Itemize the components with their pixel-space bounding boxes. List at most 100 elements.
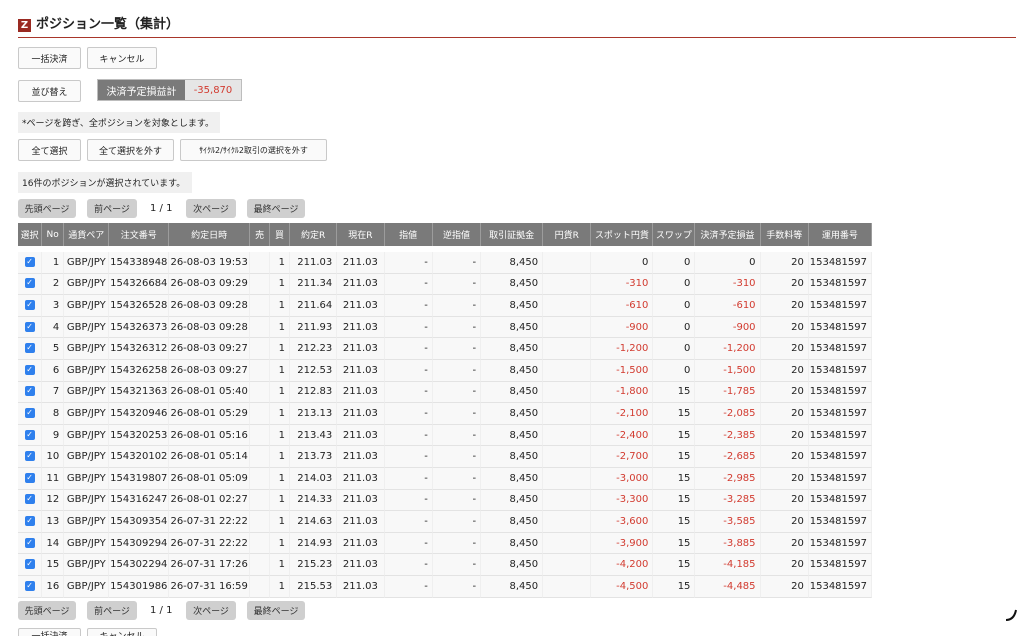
table-row[interactable]: ✓ 16 GBP/JPY 154301986 26-07-31 16:59 1 215.53… [18,575,872,598]
table-row[interactable]: ✓ 15 GBP/JPY 154302294 26-07-31 17:26 1 215.23… [18,554,872,576]
cell-buy: 1 [270,489,290,512]
cell-buy: 1 [270,316,290,339]
table-row[interactable]: ✓ 10 GBP/JPY 154320102 26-08-01 05:14 1 213.73… [18,446,872,468]
first-page-button[interactable]: 先頭ページ [18,199,76,218]
column-header: スポット円貨 [591,223,654,246]
table-row[interactable]: ✓ 5 GBP/JPY 154326312 26-08-03 09:27 1 212.23 2… [18,338,872,360]
table-row[interactable]: ✓ 1 GBP/JPY 154338948 26-08-03 19:53 1 211.03 2… [18,252,872,274]
cell-order: 154320253 [109,424,170,447]
row-select-cell[interactable]: ✓ [18,489,43,512]
row-select-cell[interactable]: ✓ [18,554,43,576]
cell-fee: 20 [760,381,809,404]
deselect-cycle-button[interactable]: ｻｲｸﾙ2/ｻｲｸﾙ2取引の選択を外す [180,139,327,161]
last-page-button-bottom[interactable]: 最終ページ [247,601,305,620]
table-row[interactable]: ✓ 14 GBP/JPY 154309294 26-07-31 22:22 1 214.93… [18,532,872,555]
row-checkbox-checked-icon[interactable]: ✓ [24,407,35,418]
row-checkbox-checked-icon[interactable]: ✓ [24,343,35,354]
row-select-cell[interactable]: ✓ [18,273,43,296]
row-select-cell[interactable]: ✓ [18,446,43,468]
row-select-cell[interactable]: ✓ [18,381,43,404]
cell-jpy [543,316,592,339]
cell-order: 154326258 [109,359,170,382]
cell-no: 13 [42,511,65,533]
row-checkbox-checked-icon[interactable]: ✓ [24,515,35,526]
row-select-cell[interactable]: ✓ [18,403,43,425]
cancel-button-bottom[interactable]: キャンセル [87,628,157,636]
cell-date: 26-08-03 09:29 [169,273,251,296]
deselect-all-button[interactable]: 全て選択を外す [87,139,174,161]
cell-jpy [543,424,592,447]
next-page-button[interactable]: 次ページ [186,199,236,218]
row-checkbox-checked-icon[interactable]: ✓ [24,299,35,310]
table-row[interactable]: ✓ 3 GBP/JPY 154326528 26-08-03 09:28 1 211.64 2… [18,295,872,317]
row-checkbox-checked-icon[interactable]: ✓ [24,364,35,375]
row-select-cell[interactable]: ✓ [18,575,43,598]
cell-rate: 215.53 [290,575,338,598]
sort-button[interactable]: 並び替え [18,80,81,102]
cell-pl: -3,285 [695,489,761,512]
bulk-settle-button[interactable]: 一括決済 [18,47,81,69]
row-checkbox-checked-icon[interactable]: ✓ [24,256,35,267]
row-select-cell[interactable]: ✓ [18,467,43,490]
first-page-button-bottom[interactable]: 先頭ページ [18,601,76,620]
row-checkbox-checked-icon[interactable]: ✓ [24,559,35,570]
table-row[interactable]: ✓ 6 GBP/JPY 154326258 26-08-03 09:27 1 212.53 2… [18,359,872,382]
prev-page-button-bottom[interactable]: 前ページ [87,601,137,620]
row-select-cell[interactable]: ✓ [18,511,43,533]
row-checkbox-checked-icon[interactable]: ✓ [24,580,35,591]
prev-page-button[interactable]: 前ページ [87,199,137,218]
row-select-cell[interactable]: ✓ [18,252,43,274]
page-indicator-bottom: 1 / 1 [150,605,173,616]
select-all-button[interactable]: 全て選択 [18,139,81,161]
row-select-cell[interactable]: ✓ [18,424,43,447]
row-checkbox-checked-icon[interactable]: ✓ [24,537,35,548]
row-checkbox-checked-icon[interactable]: ✓ [24,494,35,505]
row-checkbox-checked-icon[interactable]: ✓ [24,472,35,483]
cancel-button[interactable]: キャンセル [87,47,157,69]
cell-stop: - [432,489,482,512]
last-page-button[interactable]: 最終ページ [247,199,305,218]
row-select-cell[interactable]: ✓ [18,532,43,555]
table-row[interactable]: ✓ 2 GBP/JPY 154326684 26-08-03 09:29 1 211.34 2… [18,273,872,296]
cell-pl: -3,885 [695,532,761,555]
table-row[interactable]: ✓ 9 GBP/JPY 154320253 26-08-01 05:16 1 213.43 2… [18,424,872,447]
cell-spot: -4,500 [591,575,654,598]
cell-buy: 1 [270,338,290,360]
cell-margin: 8,450 [481,489,544,512]
row-select-cell[interactable]: ✓ [18,359,43,382]
page-title: ポジション一覧（集計） [36,17,180,32]
next-page-button-bottom[interactable]: 次ページ [186,601,236,620]
bulk-settle-button-bottom[interactable]: 一括決済 [18,628,81,636]
row-select-cell[interactable]: ✓ [18,295,43,317]
row-checkbox-checked-icon[interactable]: ✓ [24,278,35,289]
cell-buy: 1 [270,403,290,425]
table-row[interactable]: ✓ 12 GBP/JPY 154316247 26-08-01 02:27 1 214.33… [18,489,872,512]
table-row[interactable]: ✓ 11 GBP/JPY 154319807 26-08-01 05:09 1 214.03… [18,467,872,490]
cell-spot: -900 [591,316,654,339]
cell-fee: 20 [760,403,809,425]
cell-margin: 8,450 [481,532,544,555]
cell-fee: 20 [760,273,809,296]
cell-jpy [543,403,592,425]
cell-spot: -1,800 [591,381,654,404]
table-row[interactable]: ✓ 13 GBP/JPY 154309354 26-07-31 22:22 1 214.63… [18,511,872,533]
table-row[interactable]: ✓ 7 GBP/JPY 154321363 26-08-01 05:40 1 212.83 2… [18,381,872,404]
cell-pl: -1,200 [695,338,761,360]
row-select-cell[interactable]: ✓ [18,338,43,360]
row-checkbox-checked-icon[interactable]: ✓ [24,451,35,462]
table-row[interactable]: ✓ 4 GBP/JPY 154326373 26-08-03 09:28 1 211.93 2… [18,316,872,339]
cell-sell [250,381,271,404]
column-header: 指値 [384,223,433,246]
row-select-cell[interactable]: ✓ [18,316,43,339]
row-checkbox-checked-icon[interactable]: ✓ [24,321,35,332]
cell-buy: 1 [270,575,290,598]
column-header: 逆指値 [432,223,482,246]
cell-fee: 20 [760,316,809,339]
cell-sell [250,273,271,296]
resize-handle-icon[interactable] [1004,608,1018,622]
row-checkbox-checked-icon[interactable]: ✓ [24,386,35,397]
cell-order: 154301986 [109,575,170,598]
cell-limit: - [384,295,433,317]
table-row[interactable]: ✓ 8 GBP/JPY 154320946 26-08-01 05:29 1 213.13 2… [18,403,872,425]
row-checkbox-checked-icon[interactable]: ✓ [24,429,35,440]
